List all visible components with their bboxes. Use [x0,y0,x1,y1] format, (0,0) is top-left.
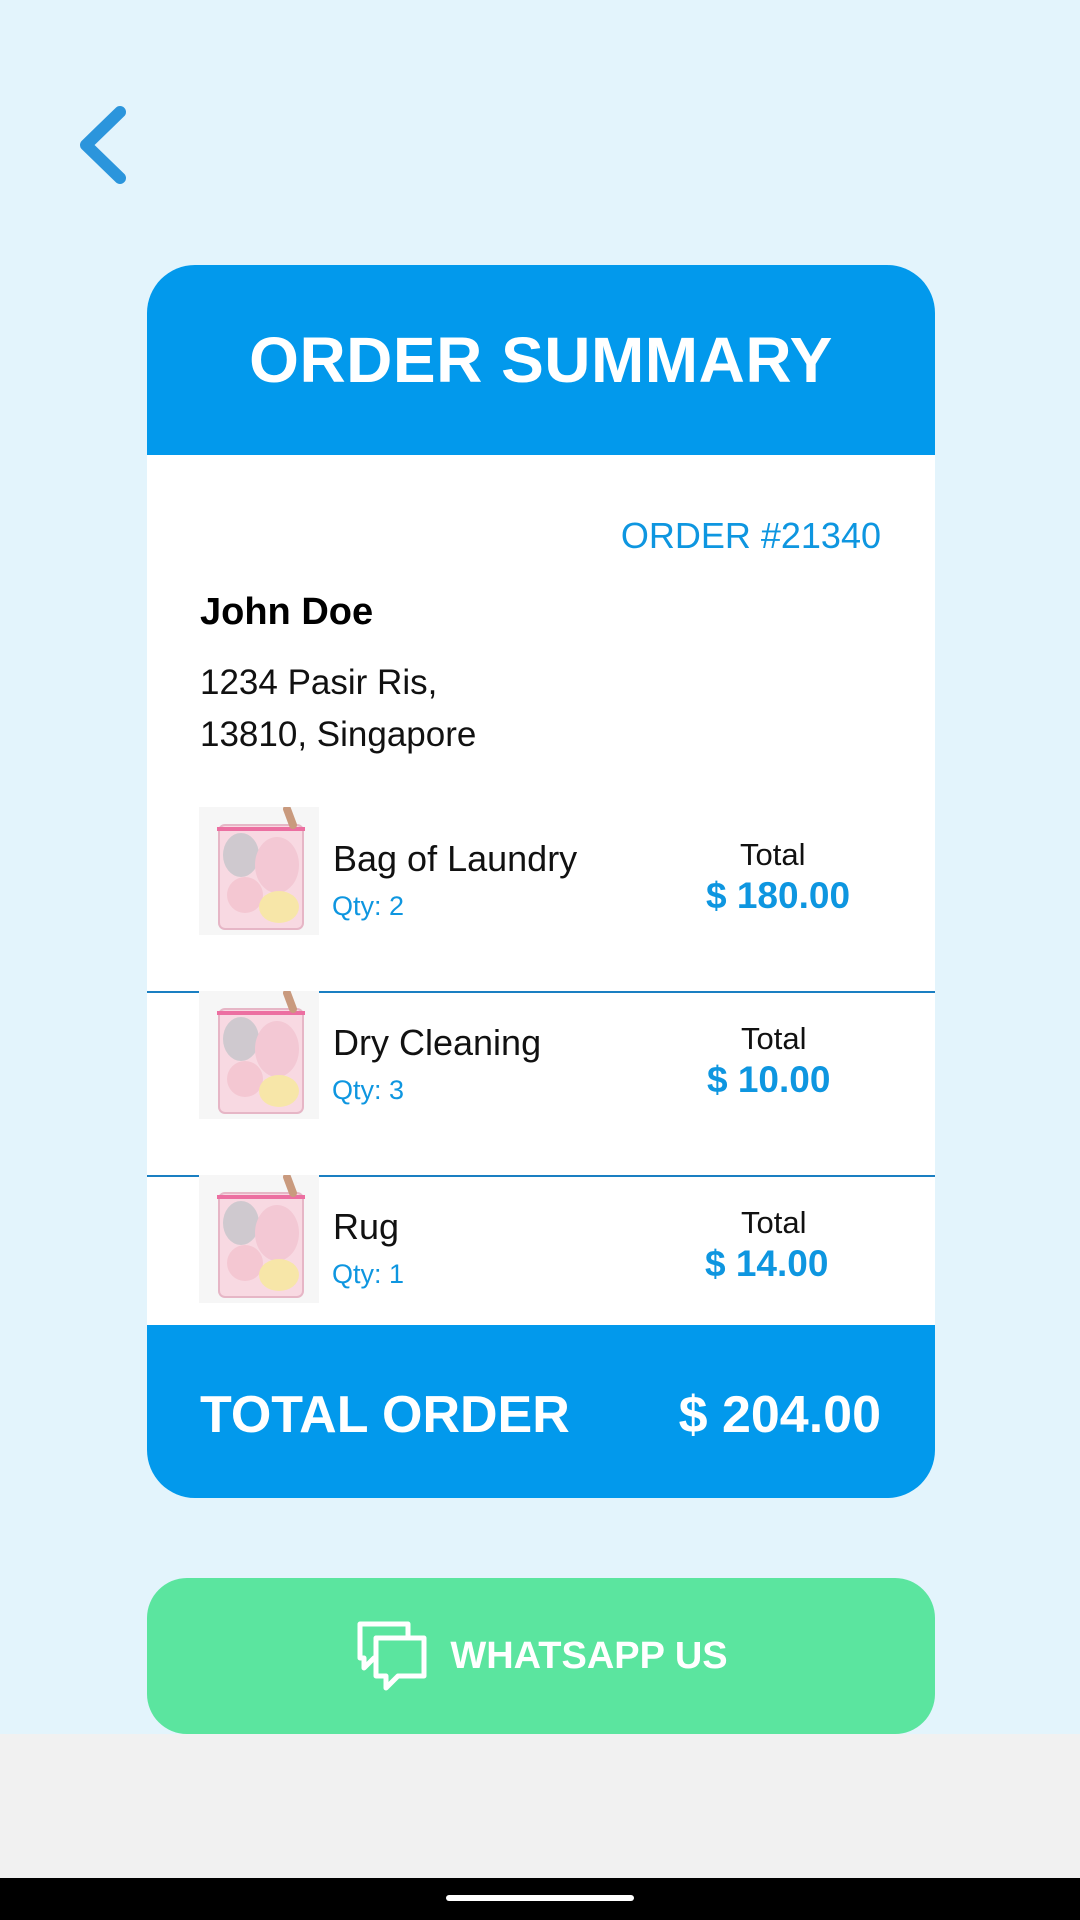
total-order-label: TOTAL ORDER [200,1386,570,1444]
home-indicator[interactable] [446,1895,634,1901]
page-title: ORDER SUMMARY [249,324,833,396]
item-name: Bag of Laundry [333,838,578,879]
item-price: $ 180.00 [706,875,851,916]
item-quantity: Qty: 2 [332,891,405,921]
chat-icon [354,1618,430,1694]
list-item: Dry Cleaning Qty: 3 Total $ 10.00 [147,989,935,1177]
customer-name: John Doe [200,591,374,633]
item-quantity: Qty: 3 [332,1075,405,1105]
order-number: ORDER #21340 [620,515,881,556]
list-item: Bag of Laundry Qty: 2 Total $ 180.00 [147,805,935,993]
total-order-amount: $ 204.00 [678,1386,881,1444]
customer-address: 1234 Pasir Ris, 13810, Singapore [200,657,476,761]
system-navigation-bar [0,1878,1080,1920]
order-summary-card: ORDER SUMMARY ORDER #21340 John Doe 1234… [147,265,935,1498]
chevron-left-icon [80,106,126,184]
item-total-label: Total [740,837,806,872]
laundry-bag-image [199,1173,319,1303]
item-price: $ 10.00 [707,1059,831,1100]
bottom-area [0,1734,1080,1878]
address-line-2: 13810, Singapore [200,715,477,754]
address-line-1: 1234 Pasir Ris, [200,663,438,702]
item-name: Rug [333,1206,400,1247]
item-price: $ 14.00 [705,1243,829,1284]
item-total-label: Total [741,1021,807,1056]
whatsapp-button[interactable]: WHATSAPP US [147,1578,935,1734]
laundry-bag-image [199,989,319,1119]
whatsapp-label: WHATSAPP US [450,1634,728,1677]
item-name: Dry Cleaning [333,1022,542,1063]
item-total-label: Total [741,1205,807,1240]
back-button[interactable] [70,100,140,190]
item-quantity: Qty: 1 [332,1259,405,1289]
total-order-bar: TOTAL ORDER $ 204.00 [147,1325,935,1498]
laundry-bag-image [199,805,319,935]
card-header: ORDER SUMMARY [147,265,935,455]
